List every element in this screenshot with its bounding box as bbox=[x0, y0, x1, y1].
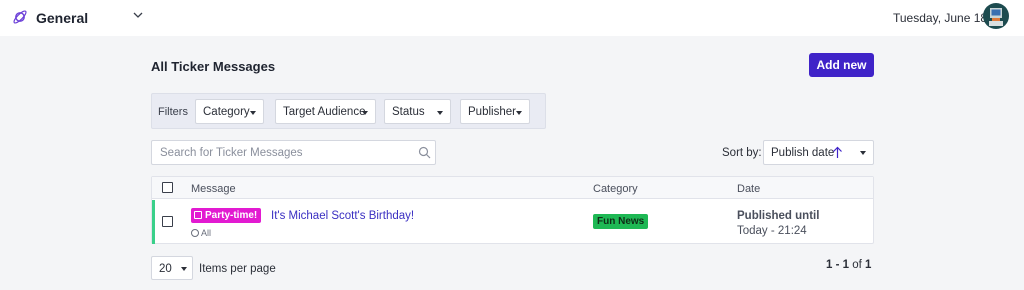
search-icon[interactable] bbox=[418, 146, 431, 159]
total-count: 1 bbox=[865, 259, 872, 271]
message-tag: Party-time! bbox=[191, 208, 262, 223]
current-date: Tuesday, June 18 bbox=[893, 11, 988, 25]
message-link[interactable]: It's Michael Scott's Birthday! bbox=[271, 210, 414, 222]
arrow-up-icon[interactable] bbox=[832, 146, 843, 159]
row-status-accent bbox=[152, 200, 155, 244]
planet-logo-icon[interactable] bbox=[12, 9, 28, 25]
filters-bar: Filters Category Target Audience Status … bbox=[151, 93, 546, 129]
caret-down-icon bbox=[516, 111, 522, 115]
caret-down-icon bbox=[181, 267, 187, 271]
caret-down-icon bbox=[250, 111, 256, 115]
globe-icon bbox=[191, 229, 199, 237]
column-header-message[interactable]: Message bbox=[191, 183, 236, 195]
of-label: of bbox=[849, 259, 866, 271]
items-per-page-value: 20 bbox=[159, 263, 172, 275]
caret-down-icon bbox=[362, 111, 368, 115]
row-checkbox[interactable] bbox=[162, 216, 173, 227]
filter-category-label: Category bbox=[203, 106, 250, 118]
date-status: Published until bbox=[737, 210, 820, 222]
filter-publisher[interactable]: Publisher bbox=[460, 99, 530, 124]
message-tag-label: Party-time! bbox=[205, 210, 258, 221]
date-time: Today - 21:24 bbox=[737, 225, 807, 237]
items-per-page-label: Items per page bbox=[199, 263, 276, 275]
items-per-page-select[interactable]: 20 bbox=[151, 256, 193, 280]
sort-label: Sort by: bbox=[722, 147, 762, 159]
filter-target-audience-label: Target Audience bbox=[283, 106, 366, 118]
filter-target-audience[interactable]: Target Audience bbox=[275, 99, 376, 124]
top-bar: General Tuesday, June 18 bbox=[0, 0, 1024, 36]
table-header: Message Category Date bbox=[152, 177, 873, 199]
filter-status[interactable]: Status bbox=[384, 99, 451, 124]
filters-label: Filters bbox=[158, 106, 188, 118]
search-box bbox=[151, 140, 436, 165]
workspace-name[interactable]: General bbox=[36, 10, 88, 26]
category-badge: Fun News bbox=[593, 214, 649, 229]
table-row[interactable]: Party-time! It's Michael Scott's Birthda… bbox=[152, 200, 873, 244]
filter-status-label: Status bbox=[392, 106, 425, 118]
filter-category[interactable]: Category bbox=[195, 99, 264, 124]
caret-down-icon bbox=[860, 151, 866, 155]
chevron-down-icon[interactable] bbox=[132, 9, 144, 21]
caret-down-icon bbox=[437, 111, 443, 115]
pagination-info: 1 - 1 of 1 bbox=[826, 259, 871, 271]
column-header-date[interactable]: Date bbox=[737, 183, 760, 195]
messages-table: Message Category Date Party-time! It's M… bbox=[151, 176, 874, 244]
calendar-icon bbox=[194, 211, 202, 219]
range-separator: - bbox=[832, 259, 843, 271]
column-header-category[interactable]: Category bbox=[593, 183, 638, 195]
page-title: All Ticker Messages bbox=[151, 59, 276, 74]
sort-value: Publish date bbox=[771, 147, 835, 159]
avatar[interactable] bbox=[983, 3, 1009, 29]
select-all-checkbox[interactable] bbox=[162, 182, 173, 193]
sort-select[interactable]: Publish date bbox=[763, 140, 874, 165]
audience-label: All bbox=[191, 228, 211, 238]
audience-value: All bbox=[201, 228, 212, 238]
add-new-button[interactable]: Add new bbox=[809, 53, 874, 77]
filter-publisher-label: Publisher bbox=[468, 106, 516, 118]
search-input[interactable] bbox=[153, 142, 403, 163]
user-avatar-icon bbox=[989, 8, 1003, 26]
